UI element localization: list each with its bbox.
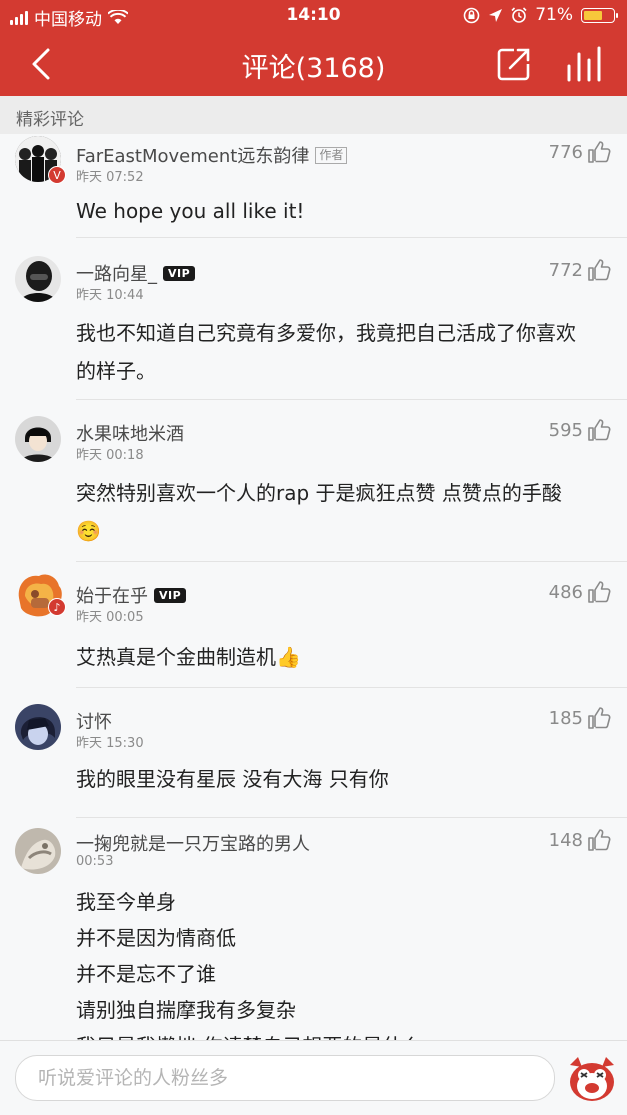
comment-line: 突然特别喜欢一个人的rap 于是疯狂点赞 点赞点的手酸 (76, 481, 562, 505)
username-text[interactable]: FarEastMovement远东韵律 (76, 142, 309, 168)
comment-line: 我只是我懒拙·作请楚自己想要的是什么 (76, 1028, 616, 1040)
comment-username[interactable]: 一掬兜就是一只万宝路的男人 (76, 830, 310, 856)
comment-username[interactable]: 讨怀 (76, 708, 112, 734)
comment-list[interactable]: V FarEastMovement远东韵律 作者 昨天 07:52 776 We… (0, 134, 627, 1040)
comment-line: We hope you all like it! (76, 199, 305, 223)
thumbs-up-icon[interactable] (587, 580, 611, 604)
comment-text: 我的眼里没有星辰 没有大海 只有你 (76, 760, 616, 798)
comment-composer (0, 1040, 627, 1115)
page-title: 评论(3168) (241, 53, 386, 84)
like-count: 772 (548, 259, 583, 281)
comment-text: 我至今单身 并不是因为情商低 并不是忘不了谁 请别独自揣摩我有多复杂 我只是我懒… (76, 884, 616, 1040)
comment-item: V FarEastMovement远东韵律 作者 昨天 07:52 776 We… (0, 134, 627, 238)
comment-line: 请别独自揣摩我有多复杂 (76, 998, 296, 1022)
comment-text: 我也不知道自己究竟有多爱你，我竟把自己活成了你喜欢 的样子。 (76, 314, 616, 390)
thumbs-up-icon[interactable] (587, 706, 611, 730)
comment-username[interactable]: 始于在乎 VIP (76, 582, 187, 608)
featured-comments-header: 精彩评论 (0, 96, 627, 134)
comment-input-wrapper[interactable] (15, 1055, 555, 1101)
comment-username[interactable]: FarEastMovement远东韵律 作者 (76, 142, 348, 168)
musician-badge-icon: ♪ (48, 598, 66, 616)
comment-input[interactable] (36, 1056, 540, 1100)
mascot-emoji-icon[interactable] (566, 1055, 618, 1103)
avatar[interactable] (15, 256, 61, 302)
comment-time: 昨天 15:30 (76, 736, 144, 751)
nav-bar: 评论(3168) (0, 32, 627, 96)
like-count: 486 (548, 581, 583, 603)
thumbs-up-icon[interactable] (587, 828, 611, 852)
like-button[interactable]: 148 (549, 828, 611, 852)
thumbs-up-icon[interactable] (587, 140, 611, 164)
like-count: 595 (548, 419, 583, 441)
comment-line: 我也不知道自己究竟有多爱你，我竟把自己活成了你喜欢 (76, 321, 576, 345)
like-button[interactable]: 595 (549, 418, 611, 442)
alarm-icon (511, 7, 527, 23)
battery-percent: 71% (535, 5, 573, 25)
comment-item: 讨怀 昨天 15:30 185 我的眼里没有星辰 没有大海 只有你 (0, 688, 627, 818)
like-button[interactable]: 185 (549, 706, 611, 730)
like-button[interactable]: 486 (549, 580, 611, 604)
comment-line: 的样子。 (76, 359, 156, 383)
rotation-lock-icon (463, 7, 480, 23)
like-button[interactable]: 772 (549, 258, 611, 282)
comment-item: ♪ 始于在乎 VIP 昨天 00:05 486 艾热真是个金曲制造机👍 (0, 562, 627, 688)
verified-v-badge: V (48, 166, 66, 184)
username-text[interactable]: 水果味地米酒 (76, 420, 184, 446)
comment-time: 昨天 07:52 (76, 170, 144, 185)
comment-text: 突然特别喜欢一个人的rap 于是疯狂点赞 点赞点的手酸 ☺️ (76, 474, 616, 550)
comment-line: 并不是因为情商低 (76, 926, 236, 950)
comment-line: 我至今单身 (76, 890, 176, 914)
comment-time: 昨天 00:05 (76, 610, 144, 625)
username-text[interactable]: 一掬兜就是一只万宝路的男人 (76, 830, 310, 856)
thumbs-up-icon[interactable] (587, 258, 611, 282)
share-icon[interactable] (496, 46, 532, 82)
header: 中国移动 14:10 71% 评论(3168) (0, 0, 627, 96)
comment-line: 我的眼里没有星辰 没有大海 只有你 (76, 767, 389, 791)
comment-item: 一路向星_ VIP 昨天 10:44 772 我也不知道自己究竟有多爱你，我竟把… (0, 238, 627, 400)
comment-line: 艾热真是个金曲制造机👍 (76, 645, 301, 669)
thumbs-up-icon[interactable] (587, 418, 611, 442)
avatar[interactable] (15, 704, 61, 750)
comment-line: 并不是忘不了谁 (76, 962, 216, 986)
comment-text: 艾热真是个金曲制造机👍 (76, 638, 616, 676)
username-text[interactable]: 始于在乎 (76, 582, 148, 608)
vip-badge: VIP (163, 265, 196, 281)
avatar[interactable] (15, 416, 61, 462)
comment-item: 一掬兜就是一只万宝路的男人 00:53 148 我至今单身 并不是因为情商低 并… (0, 818, 627, 1040)
comment-username[interactable]: 一路向星_ VIP (76, 260, 196, 286)
comment-item: 水果味地米酒 昨天 00:18 595 突然特别喜欢一个人的rap 于是疯狂点赞… (0, 400, 627, 562)
bar-chart-icon[interactable] (564, 46, 604, 82)
username-text[interactable]: 一路向星_ (76, 260, 157, 286)
comment-text: We hope you all like it! (76, 192, 616, 230)
avatar[interactable] (15, 828, 61, 874)
like-count: 185 (548, 707, 583, 729)
comment-line: ☺️ (76, 519, 101, 543)
like-button[interactable]: 776 (549, 140, 611, 164)
comment-time: 昨天 10:44 (76, 288, 144, 303)
location-icon (489, 8, 503, 22)
comment-time: 00:53 (76, 854, 114, 869)
vip-badge: VIP (154, 587, 187, 603)
comment-time: 昨天 00:18 (76, 448, 144, 463)
comment-username[interactable]: 水果味地米酒 (76, 420, 184, 446)
battery-icon (581, 7, 618, 23)
like-count: 776 (548, 141, 583, 163)
section-title: 精彩评论 (16, 110, 84, 130)
like-count: 148 (548, 829, 583, 851)
status-bar: 中国移动 14:10 71% (0, 0, 627, 32)
author-tag: 作者 (315, 146, 348, 164)
username-text[interactable]: 讨怀 (76, 708, 112, 734)
